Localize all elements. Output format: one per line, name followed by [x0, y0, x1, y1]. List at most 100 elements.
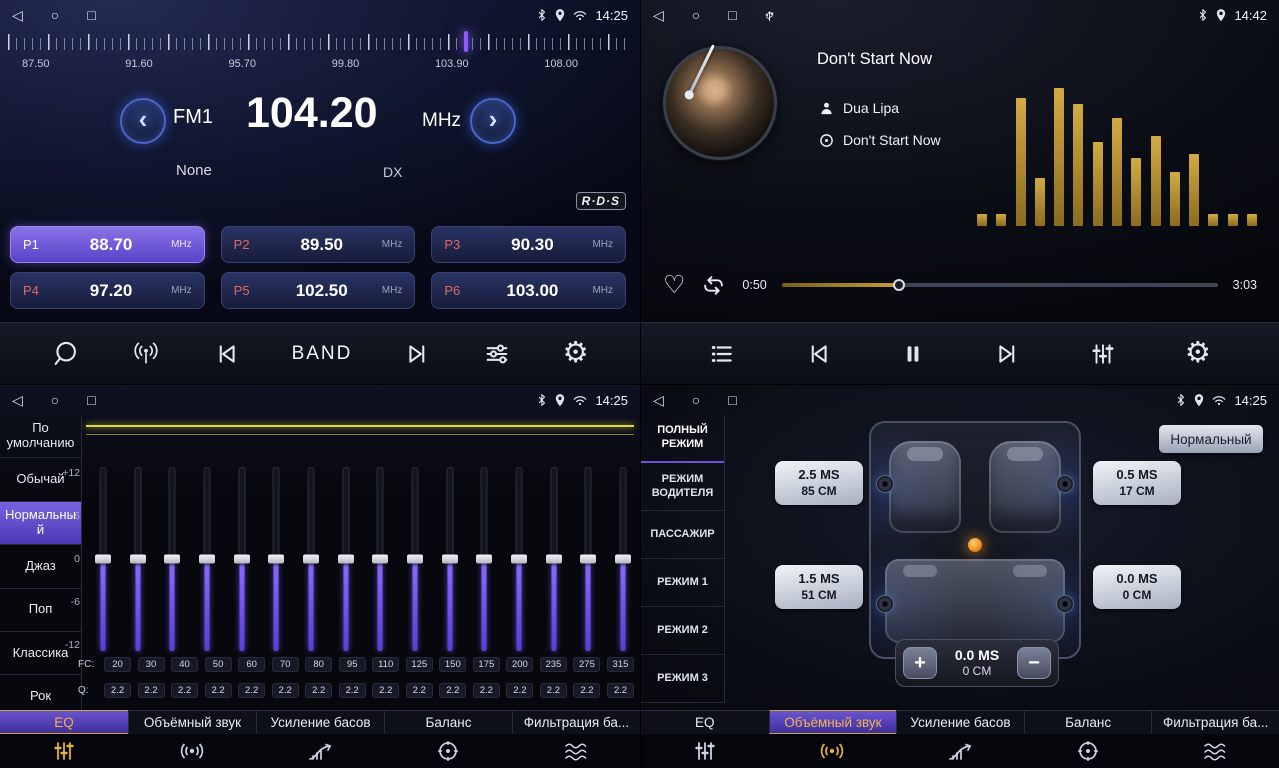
back-icon[interactable]: ◁ [653, 393, 664, 407]
rear-seat[interactable] [885, 559, 1065, 643]
tab-eq[interactable]: EQ [0, 710, 128, 768]
playlist-button[interactable] [709, 341, 735, 367]
eq-band-slider-12[interactable] [510, 467, 528, 651]
tab-balance[interactable]: Баланс [1024, 710, 1152, 768]
eq-band-slider-5[interactable] [267, 467, 285, 651]
slider-knob[interactable] [234, 555, 250, 564]
tune-settings-button[interactable] [483, 340, 511, 368]
radio-preset-P4[interactable]: P497.20MHz [10, 272, 205, 309]
tab-surround-label[interactable]: Объёмный звук [128, 710, 256, 734]
progress-bar[interactable] [782, 283, 1218, 287]
tab-surround[interactable]: Объёмный звук [769, 710, 897, 768]
front-right-seat[interactable] [989, 441, 1061, 533]
slider-knob[interactable] [615, 555, 631, 564]
tab-filter-label[interactable]: Фильтрация ба... [512, 710, 640, 734]
slider-knob[interactable] [338, 555, 354, 564]
delay-front-left[interactable]: 2.5 MS 85 CM [775, 461, 863, 505]
eq-band-slider-8[interactable] [371, 467, 389, 651]
surround-mode-item-0[interactable]: ПОЛНЫЙ РЕЖИМ [641, 415, 724, 463]
settings-button[interactable]: ⚙ [1185, 339, 1211, 368]
eq-faders-icon[interactable] [0, 734, 128, 768]
home-icon[interactable]: ○ [692, 393, 700, 407]
eq-faders-icon[interactable] [641, 734, 769, 768]
recents-icon[interactable]: □ [87, 8, 95, 22]
eq-band-slider-7[interactable] [337, 467, 355, 651]
delay-front-right[interactable]: 0.5 MS 17 CM [1093, 461, 1181, 505]
balance-icon[interactable] [1024, 734, 1152, 768]
surround-mode-item-5[interactable]: РЕЖИМ 3 [641, 655, 724, 703]
eq-band-slider-14[interactable] [579, 467, 597, 651]
delay-rear-left[interactable]: 1.5 MS 51 CM [775, 565, 863, 609]
tab-filter[interactable]: Фильтрация ба... [1151, 710, 1279, 768]
tab-surround-label[interactable]: Объёмный звук [769, 710, 897, 734]
slider-knob[interactable] [95, 555, 111, 564]
radio-preset-P5[interactable]: P5102.50MHz [221, 272, 416, 309]
eq-preset-item-0[interactable]: По умолчанию [0, 415, 81, 458]
tab-eq-label[interactable]: EQ [0, 710, 128, 734]
surround-sound-icon[interactable] [769, 734, 897, 768]
radio-preset-P2[interactable]: P289.50MHz [221, 226, 416, 263]
album-art[interactable] [663, 46, 777, 160]
recents-icon[interactable]: □ [87, 393, 95, 407]
tab-surround[interactable]: Объёмный звук [128, 710, 256, 768]
back-icon[interactable]: ◁ [653, 8, 664, 22]
delay-increase-button[interactable]: + [903, 647, 937, 679]
eq-band-slider-6[interactable] [302, 467, 320, 651]
recents-icon[interactable]: □ [728, 393, 736, 407]
eq-band-slider-4[interactable] [233, 467, 251, 651]
surround-mode-item-4[interactable]: РЕЖИМ 2 [641, 607, 724, 655]
slider-knob[interactable] [268, 555, 284, 564]
seek-down-button[interactable]: ‹ [120, 98, 166, 144]
filter-icon[interactable] [1151, 734, 1279, 768]
tab-filter-label[interactable]: Фильтрация ба... [1151, 710, 1279, 734]
slider-knob[interactable] [407, 555, 423, 564]
eq-band-slider-11[interactable] [475, 467, 493, 651]
eq-band-slider-13[interactable] [545, 467, 563, 651]
band-button[interactable]: BAND [292, 343, 353, 365]
pause-button[interactable] [900, 341, 926, 367]
radio-preset-P6[interactable]: P6103.00MHz [431, 272, 626, 309]
equalizer-button[interactable] [1090, 341, 1116, 367]
delay-decrease-button[interactable]: − [1017, 647, 1051, 679]
previous-button[interactable] [804, 340, 832, 368]
slider-knob[interactable] [442, 555, 458, 564]
front-left-seat[interactable] [889, 441, 961, 533]
slider-knob[interactable] [199, 555, 215, 564]
frequency-scale[interactable]: 87.50 91.60 95.70 99.80 103.90 108.00 [8, 34, 632, 84]
radio-preset-P1[interactable]: P188.70MHz [10, 226, 205, 263]
surround-sound-icon[interactable] [128, 734, 256, 768]
eq-band-slider-9[interactable] [406, 467, 424, 651]
broadcast-button[interactable] [131, 341, 161, 367]
home-icon[interactable]: ○ [692, 8, 700, 22]
scan-button[interactable] [51, 340, 79, 368]
tab-bass-boost-label[interactable]: Усиление басов [896, 710, 1024, 734]
favorite-button[interactable]: ♡ [663, 273, 685, 298]
slider-knob[interactable] [164, 555, 180, 564]
surround-mode-item-3[interactable]: РЕЖИМ 1 [641, 559, 724, 607]
next-button[interactable] [404, 340, 432, 368]
slider-knob[interactable] [546, 555, 562, 564]
slider-knob[interactable] [476, 555, 492, 564]
eq-band-slider-1[interactable] [129, 467, 147, 651]
eq-band-slider-15[interactable] [614, 467, 632, 651]
slider-knob[interactable] [372, 555, 388, 564]
slider-knob[interactable] [511, 555, 527, 564]
eq-band-slider-2[interactable] [163, 467, 181, 651]
recents-icon[interactable]: □ [728, 8, 736, 22]
eq-band-slider-10[interactable] [441, 467, 459, 651]
home-icon[interactable]: ○ [51, 393, 59, 407]
back-icon[interactable]: ◁ [12, 393, 23, 407]
radio-preset-P3[interactable]: P390.30MHz [431, 226, 626, 263]
bass-boost-icon[interactable] [896, 734, 1024, 768]
surround-mode-item-2[interactable]: ПАССАЖИР [641, 511, 724, 559]
slider-knob[interactable] [130, 555, 146, 564]
bass-boost-icon[interactable] [256, 734, 384, 768]
tab-filter[interactable]: Фильтрация ба... [512, 710, 640, 768]
tab-eq[interactable]: EQ [641, 710, 769, 768]
eq-band-slider-0[interactable] [94, 467, 112, 651]
tab-eq-label[interactable]: EQ [641, 710, 769, 734]
back-icon[interactable]: ◁ [12, 8, 23, 22]
listening-position-dot[interactable] [968, 538, 982, 552]
sound-preset-button[interactable]: Нормальный [1159, 425, 1263, 453]
previous-button[interactable] [212, 340, 240, 368]
